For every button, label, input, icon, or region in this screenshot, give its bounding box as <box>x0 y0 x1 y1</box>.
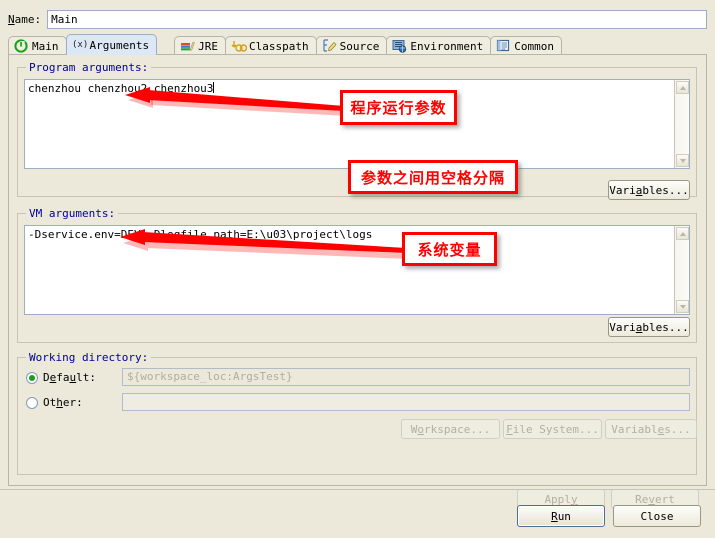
vm-arguments-title: VM arguments: <box>26 207 119 220</box>
apply-button-label: Apply <box>544 492 578 506</box>
tab-common-label: Common <box>514 39 554 53</box>
close-button[interactable]: Close <box>613 505 701 527</box>
annotation-arrow-2 <box>120 229 409 259</box>
working-directory-default-radio-row[interactable]: Default: <box>26 371 96 384</box>
environment-icon <box>392 39 407 53</box>
common-icon <box>496 39 510 53</box>
vm-arguments-variables-label: Variables... <box>609 320 689 334</box>
tab-main-label: Main <box>32 39 59 53</box>
run-button[interactable]: Run <box>517 505 605 527</box>
program-arguments-variables-label: Variables... <box>609 183 689 197</box>
name-row: Name: <box>8 8 707 30</box>
tab-arguments-label: Arguments <box>89 38 150 52</box>
name-label: Name: <box>8 12 42 26</box>
tab-common[interactable]: Common <box>490 36 562 55</box>
tab-arguments[interactable]: (x)= Arguments <box>65 34 158 55</box>
source-icon <box>322 39 337 53</box>
working-directory-variables-label: Variables... <box>611 422 691 436</box>
tab-source-label: Source <box>339 39 380 53</box>
name-input[interactable] <box>47 9 707 29</box>
working-directory-title: Working directory: <box>26 351 152 364</box>
file-system-button[interactable]: File System... <box>503 419 602 439</box>
working-directory-other-radio-row[interactable]: Other: <box>26 396 83 409</box>
working-directory-other-label: Other: <box>43 396 83 409</box>
scroll-down-icon[interactable] <box>676 300 689 313</box>
footer-divider <box>0 489 715 490</box>
jre-icon <box>180 39 195 53</box>
vm-arguments-scrollbar[interactable] <box>674 226 689 314</box>
workspace-button-label: Workspace... <box>410 422 491 436</box>
revert-button-label: Revert <box>635 492 675 506</box>
run-button-label: Run <box>551 509 571 523</box>
tab-classpath-label: Classpath <box>248 39 309 53</box>
scroll-up-icon[interactable] <box>676 227 689 240</box>
radio-default-icon[interactable] <box>26 371 38 384</box>
working-directory-default-label: Default: <box>43 371 96 384</box>
working-directory-variables-button[interactable]: Variables... <box>605 419 697 439</box>
tab-strip: Main (x)= Arguments JRE <box>8 34 707 55</box>
workspace-button[interactable]: Workspace... <box>401 419 500 439</box>
annotation-space-separated: 参数之间用空格分隔 <box>348 160 518 194</box>
annotation-system-variables: 系统变量 <box>402 232 497 266</box>
close-button-label: Close <box>640 509 674 523</box>
svg-text:(x)=: (x)= <box>72 40 88 50</box>
scroll-up-icon[interactable] <box>676 81 689 94</box>
annotation-space-separated-text: 参数之间用空格分隔 <box>360 168 505 187</box>
scroll-down-icon[interactable] <box>676 154 689 167</box>
annotation-program-arguments-text: 程序运行参数 <box>350 99 447 117</box>
tab-environment-label: Environment <box>410 39 484 53</box>
annotation-arrow-1 <box>125 87 346 116</box>
tab-main[interactable]: Main <box>8 36 67 55</box>
vm-arguments-variables-button[interactable]: Variables... <box>608 317 690 337</box>
file-system-button-label: File System... <box>506 422 599 436</box>
annotation-program-arguments: 程序运行参数 <box>340 90 457 125</box>
radio-other-icon[interactable] <box>26 396 38 409</box>
tab-jre[interactable]: JRE <box>174 36 226 55</box>
program-arguments-variables-button[interactable]: Variables... <box>608 180 690 200</box>
classpath-icon <box>231 39 248 53</box>
program-arguments-title: Program arguments: <box>26 61 152 74</box>
tab-environment[interactable]: Environment <box>386 36 492 55</box>
working-directory-default-value: ${workspace_loc:ArgsTest} <box>122 368 690 386</box>
main-run-icon <box>14 39 28 53</box>
tab-source[interactable]: Source <box>315 36 388 55</box>
program-arguments-scrollbar[interactable] <box>674 80 689 168</box>
tab-jre-label: JRE <box>198 39 218 53</box>
arguments-icon: (x)= <box>72 38 94 52</box>
annotation-system-variables-text: 系统变量 <box>417 240 482 259</box>
working-directory-other-input[interactable] <box>122 393 690 411</box>
tab-classpath[interactable]: Classpath <box>224 36 317 55</box>
